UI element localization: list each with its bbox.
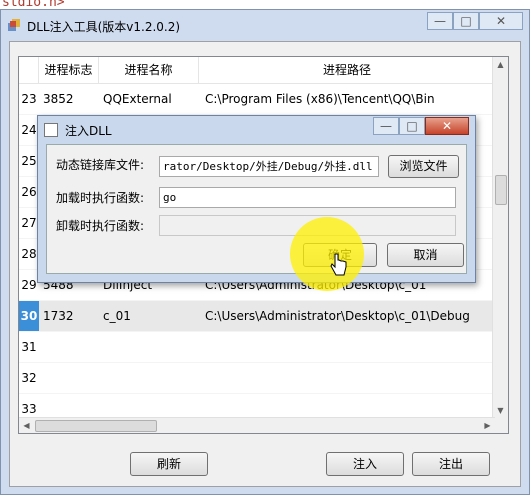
cursor-highlight	[290, 217, 364, 291]
maximize-icon: □	[460, 14, 472, 28]
row-process-name	[103, 332, 199, 362]
row-number: 32	[21, 371, 37, 385]
minimize-icon: —	[380, 119, 392, 133]
inject-button[interactable]: 注入	[326, 452, 404, 476]
dialog-close-button[interactable]: ✕	[425, 117, 469, 135]
eject-button[interactable]: 注出	[412, 452, 490, 476]
table-row[interactable]: 30 1732 c_01 C:\Users\Administrator\Desktop…	[19, 301, 495, 332]
close-icon: ✕	[441, 119, 453, 133]
app-icon	[8, 19, 20, 31]
row-process-name	[103, 363, 199, 393]
horizontal-scrollbar[interactable]: ◀ ▶	[19, 417, 495, 433]
horizontal-scroll-thumb[interactable]	[35, 420, 157, 432]
maximize-button[interactable]: □	[453, 12, 479, 30]
row-process-name: QQExternal	[103, 92, 172, 106]
dialog-title: 注入DLL	[65, 124, 112, 138]
row-number: 30	[19, 301, 39, 331]
dialog-client: 动态链接库文件: rator/Desktop/外挂/Debug/外挂.dll 浏…	[46, 144, 467, 274]
scroll-left-icon[interactable]: ◀	[19, 418, 34, 433]
list-header: 进程标志 进程名称 进程路径	[19, 57, 495, 84]
hand-pointer-icon	[330, 253, 347, 276]
scroll-corner	[493, 418, 508, 433]
inject-dll-dialog: 注入DLL — □ ✕ 动态链接库文件: rator/Desktop/外挂/De…	[37, 115, 476, 283]
load-function-input[interactable]: go	[159, 187, 456, 208]
row-process-path	[205, 332, 493, 362]
scroll-up-icon[interactable]: ▲	[493, 57, 508, 72]
header-row-number	[19, 57, 39, 83]
dialog-window-icon	[44, 123, 58, 137]
row-process-path	[205, 363, 493, 393]
maximize-icon: □	[406, 119, 418, 133]
row-number: 31	[21, 340, 37, 354]
dialog-minimize-button[interactable]: —	[373, 117, 399, 135]
row-process-path: C:\Users\Administrator\Desktop\c_01\Debu…	[205, 309, 470, 323]
dll-file-label: 动态链接库文件:	[56, 158, 145, 172]
header-process-name[interactable]: 进程名称	[99, 57, 199, 83]
header-process-path[interactable]: 进程路径	[199, 57, 495, 83]
table-row[interactable]: 32	[19, 363, 495, 394]
cancel-button[interactable]: 取消	[387, 243, 464, 267]
title-bar[interactable]: DLL注入工具(版本v1.2.0.2) — □ ✕	[1, 10, 529, 40]
dialog-maximize-button[interactable]: □	[399, 117, 425, 135]
window-title: DLL注入工具(版本v1.2.0.2)	[27, 20, 181, 34]
dll-file-input[interactable]: rator/Desktop/外挂/Debug/外挂.dll	[159, 156, 379, 177]
row-number: 23	[21, 92, 37, 106]
table-row[interactable]: 31	[19, 332, 495, 363]
scroll-down-icon[interactable]: ▼	[493, 403, 508, 418]
row-pid: 3852	[43, 92, 74, 106]
table-row[interactable]: 23 3852 QQExternal C:\Program Files (x86)\T…	[19, 84, 495, 115]
minimize-icon: —	[434, 14, 446, 28]
row-pid	[43, 332, 99, 362]
row-number: 26	[21, 185, 37, 199]
refresh-button[interactable]: 刷新	[130, 452, 208, 476]
row-process-name: c_01	[103, 309, 131, 323]
close-button[interactable]: ✕	[479, 12, 523, 30]
vertical-scrollbar[interactable]: ▲ ▼	[492, 57, 508, 418]
vertical-scroll-thumb[interactable]	[495, 175, 507, 205]
close-icon: ✕	[495, 14, 507, 28]
minimize-button[interactable]: —	[427, 12, 453, 30]
browse-file-button[interactable]: 浏览文件	[388, 155, 459, 178]
load-function-label: 加载时执行函数:	[56, 191, 145, 205]
row-pid: 1732	[43, 309, 74, 323]
row-number: 29	[21, 278, 37, 292]
background-code-text: stdio.h>	[2, 0, 65, 10]
row-number: 24	[21, 123, 37, 137]
row-number: 27	[21, 216, 37, 230]
row-number: 25	[21, 154, 37, 168]
row-pid	[43, 363, 99, 393]
row-process-path: C:\Program Files (x86)\Tencent\QQ\Bin	[205, 92, 435, 106]
row-number: 28	[21, 247, 37, 261]
header-pid[interactable]: 进程标志	[39, 57, 99, 83]
unload-function-label: 卸载时执行函数:	[56, 219, 145, 233]
